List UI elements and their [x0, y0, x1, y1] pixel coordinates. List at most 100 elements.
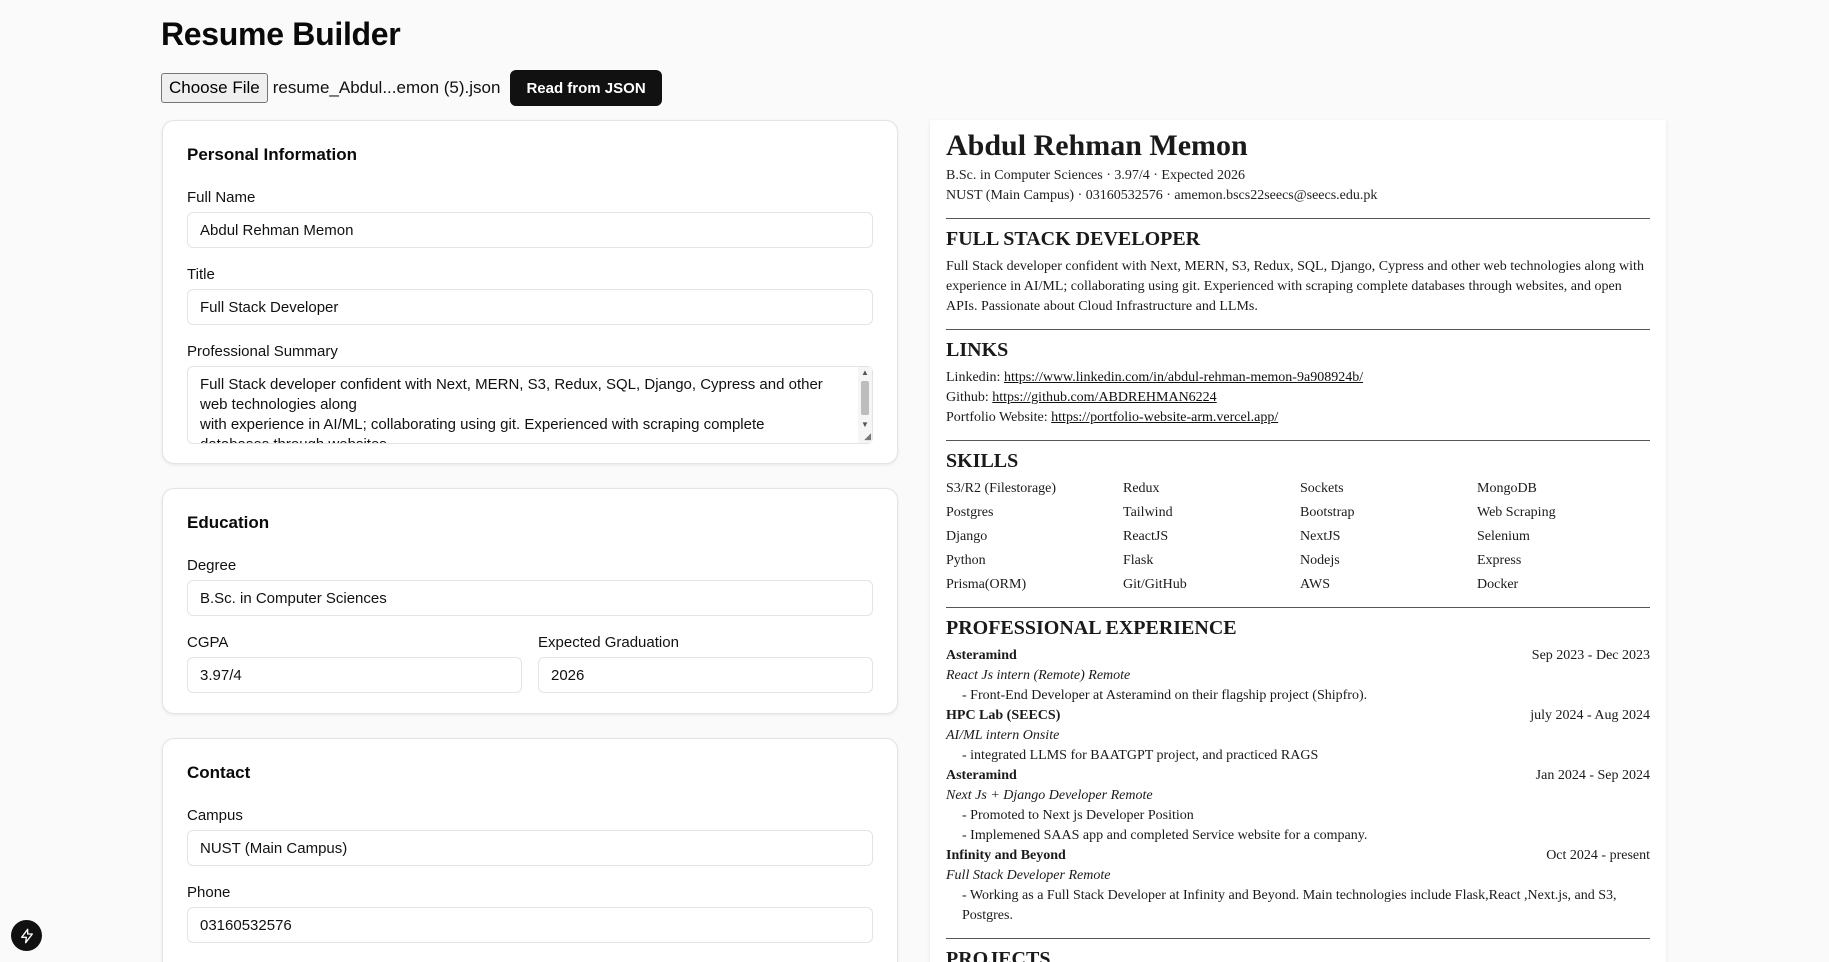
- experience-role: AI/ML intern Onsite: [946, 728, 1060, 743]
- file-upload-row: Choose File resume_Abdul...emon (5).json…: [161, 70, 662, 106]
- cgpa-input[interactable]: [187, 657, 522, 693]
- skill-item: Docker: [1477, 577, 1519, 592]
- education-row: CGPA Expected Graduation: [187, 616, 873, 693]
- cgpa-field: CGPA: [187, 634, 522, 693]
- contact-heading: Contact: [187, 763, 251, 782]
- summary-textarea[interactable]: [187, 366, 873, 444]
- experience-bullet: - Implemened SAAS app and completed Serv…: [962, 828, 1368, 843]
- experience-item: Asteramind Sep 2023 - Dec 2023 React Js in…: [946, 646, 1650, 706]
- link-row: Github: https://github.com/ABDREHMAN6224: [946, 388, 1650, 408]
- experience-list: Asteramind Sep 2023 - Dec 2023 React Js in…: [946, 646, 1650, 926]
- resize-grip-icon[interactable]: ◢: [864, 431, 871, 442]
- title-input[interactable]: [187, 289, 873, 325]
- choose-file-button[interactable]: Choose File: [161, 73, 268, 103]
- experience-item: Asteramind Jan 2024 - Sep 2024 Next Js + D…: [946, 766, 1650, 846]
- skills-heading: SKILLS: [946, 450, 1019, 472]
- skill-item: Flask: [1123, 553, 1154, 568]
- summary-textarea-wrap: ▲ ▼ ◢: [187, 366, 873, 449]
- experience-heading: PROFESSIONAL EXPERIENCE: [946, 617, 1237, 639]
- experience-company: HPC Lab (SEECS): [946, 708, 1061, 723]
- experience-item: HPC Lab (SEECS) july 2024 - Aug 2024 AI/ML…: [946, 706, 1650, 766]
- summary-field: Professional Summary ▲ ▼ ◢: [187, 343, 873, 449]
- preview-title: FULL STACK DEVELOPER: [946, 228, 1201, 250]
- summary-label: Professional Summary: [187, 343, 338, 360]
- experience-dates: Oct 2024 - present: [1546, 848, 1650, 863]
- skill-item: Django: [946, 529, 988, 544]
- full-name-input[interactable]: [187, 212, 873, 248]
- read-from-json-button[interactable]: Read from JSON: [510, 70, 662, 106]
- experience-role: Next Js + Django Developer Remote: [946, 788, 1153, 803]
- skill-item: Web Scraping: [1477, 505, 1556, 520]
- campus-label: Campus: [187, 807, 243, 824]
- experience-item: Infinity and Beyond Oct 2024 - present Ful…: [946, 846, 1650, 926]
- link-url[interactable]: https://www.linkedin.com/in/abdul-rehman…: [1004, 370, 1363, 385]
- links-list: Linkedin: https://www.linkedin.com/in/ab…: [946, 368, 1650, 428]
- contact-card: Contact Campus Phone: [162, 738, 898, 962]
- experience-dates: july 2024 - Aug 2024: [1530, 708, 1650, 723]
- divider: [946, 938, 1650, 939]
- skill-item: Redux: [1123, 481, 1160, 496]
- phone-label: Phone: [187, 884, 231, 901]
- experience-company: Infinity and Beyond: [946, 848, 1066, 863]
- skill-item: Tailwind: [1123, 505, 1173, 520]
- divider: [946, 329, 1650, 330]
- experience-header: Asteramind Jan 2024 - Sep 2024: [946, 766, 1650, 786]
- experience-bullet: - Front-End Developer at Asteramind on t…: [962, 688, 1368, 703]
- link-label: Linkedin:: [946, 370, 1004, 385]
- projects-heading: PROJECTS: [946, 948, 1051, 962]
- title-field: Title: [187, 266, 873, 325]
- degree-input[interactable]: [187, 580, 873, 616]
- skill-item: NextJS: [1300, 529, 1341, 544]
- degree-field: Degree: [187, 557, 873, 616]
- skills-grid: S3/R2 (Filestorage) Redux Sockets MongoDB Po…: [946, 479, 1650, 595]
- preview-name: Abdul Rehman Memon: [946, 129, 1248, 162]
- personal-info-heading: Personal Information: [187, 145, 358, 164]
- preview-education-line: B.Sc. in Computer Sciences · 3.97/4 · Ex…: [946, 168, 1245, 183]
- skill-item: Git/GitHub: [1123, 577, 1187, 592]
- scroll-down-icon[interactable]: ▼: [861, 420, 869, 429]
- link-label: Portfolio Website:: [946, 410, 1052, 425]
- skill-item: MongoDB: [1477, 481, 1537, 496]
- phone-input[interactable]: [187, 907, 873, 943]
- resume-preview: Abdul Rehman Memon B.Sc. in Computer Sci…: [930, 120, 1666, 962]
- page-title: Resume Builder: [161, 16, 401, 52]
- experience-bullet: - Promoted to Next js Developer Position: [962, 808, 1194, 823]
- link-url[interactable]: https://portfolio-website-arm.vercel.app…: [1051, 410, 1278, 425]
- scroll-thumb[interactable]: [861, 381, 869, 415]
- campus-input[interactable]: [187, 830, 873, 866]
- experience-bullet: - integrated LLMS for BAATGPT project, a…: [962, 748, 1319, 763]
- skill-item: S3/R2 (Filestorage): [946, 481, 1057, 496]
- skill-item: ReactJS: [1123, 529, 1169, 544]
- scroll-up-icon[interactable]: ▲: [861, 368, 869, 377]
- preview-summary: Full Stack developer confident with Next…: [946, 259, 1644, 314]
- cgpa-label: CGPA: [187, 634, 229, 651]
- skill-item: AWS: [1300, 577, 1330, 592]
- graduation-input[interactable]: [538, 657, 873, 693]
- skill-item: Postgres: [946, 505, 994, 520]
- personal-info-card: Personal Information Full Name Title Pro…: [162, 120, 898, 464]
- skill-item: Sockets: [1300, 481, 1344, 496]
- education-heading: Education: [187, 513, 270, 532]
- graduation-field: Expected Graduation: [538, 634, 873, 693]
- experience-role: Full Stack Developer Remote: [946, 868, 1111, 883]
- experience-header: HPC Lab (SEECS) july 2024 - Aug 2024: [946, 706, 1650, 726]
- lightning-bolt-icon[interactable]: [11, 920, 42, 951]
- skill-item: Selenium: [1477, 529, 1530, 544]
- divider: [946, 440, 1650, 441]
- graduation-label: Expected Graduation: [538, 634, 679, 651]
- divider: [946, 218, 1650, 219]
- divider: [946, 607, 1650, 608]
- summary-scrollbar[interactable]: ▲ ▼ ◢: [858, 367, 872, 443]
- link-row: Portfolio Website: https://portfolio-web…: [946, 408, 1650, 428]
- skill-item: Express: [1477, 553, 1522, 568]
- experience-role: React Js intern (Remote) Remote: [946, 668, 1131, 683]
- selected-file-name: resume_Abdul...emon (5).json: [272, 78, 501, 97]
- link-label: Github:: [946, 390, 993, 405]
- skill-item: Prisma(ORM): [946, 577, 1027, 592]
- link-url[interactable]: https://github.com/ABDREHMAN6224: [992, 390, 1216, 405]
- full-name-field: Full Name: [187, 189, 873, 248]
- link-row: Linkedin: https://www.linkedin.com/in/ab…: [946, 368, 1650, 388]
- experience-dates: Jan 2024 - Sep 2024: [1535, 768, 1650, 783]
- experience-header: Infinity and Beyond Oct 2024 - present: [946, 846, 1650, 866]
- links-heading: LINKS: [946, 339, 1009, 361]
